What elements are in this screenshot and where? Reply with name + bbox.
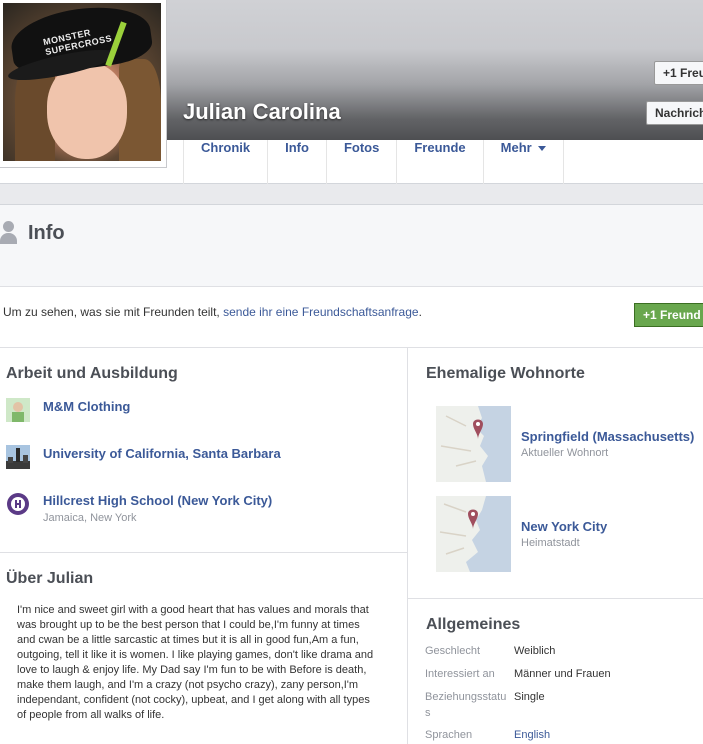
general-row-key: Beziehungsstatus [425,691,507,719]
place-item: Springfield (Massachusetts) Aktueller Wo… [436,406,703,482]
person-icon-body [0,233,17,244]
friend-request-text-after: . [418,305,422,319]
map-image [436,496,511,572]
friend-request-text-before: Um zu sehen, was sie mit Freunden teilt, [3,305,224,319]
about-title: Über Julian [6,570,94,587]
person-icon-head [3,221,14,232]
education-item-location: Jamaica, New York [43,512,137,524]
employer-thumbnail[interactable] [6,398,30,422]
education-item-name[interactable]: Hillcrest High School (New York City) [43,493,272,508]
school-thumbnail[interactable] [6,492,30,516]
page-title: Info [28,222,65,244]
school-crest-image [6,492,30,516]
send-friend-request-link[interactable]: sende ihr eine Freundschaftsanfrage [223,305,418,319]
profile-picture[interactable]: MONSTER SUPERCROSS [0,0,167,168]
general-title: Allgemeines [426,616,521,633]
education-item: Hillcrest High School (New York City) Ja… [6,492,396,532]
person-icon [0,221,18,245]
tab-fotos[interactable]: Fotos [325,140,396,184]
general-row-key: Sprachen [425,729,473,741]
tab-mehr[interactable]: Mehr [482,140,564,184]
add-friend-button[interactable]: +1 Freund [654,61,703,85]
general-row-value: Single [514,691,545,703]
general-row-value: Männer und Frauen [514,668,611,680]
education-item-name[interactable]: University of California, Santa Barbara [43,446,281,461]
add-friend-button-secondary[interactable]: +1 Freund [634,303,703,327]
face [47,63,127,159]
education-item: University of California, Santa Barbara [6,445,396,485]
separator-band [0,184,703,204]
place-name[interactable]: Springfield (Massachusetts) [521,429,694,444]
general-row-key: Geschlecht [425,645,481,657]
friend-request-text: Um zu sehen, was sie mit Freunden teilt,… [3,305,422,319]
section-divider [0,552,407,553]
place-type: Heimatstadt [521,537,580,549]
place-map-thumbnail[interactable] [436,406,511,482]
places-title: Ehemalige Wohnorte [426,365,585,382]
tab-label: Freunde [414,140,466,155]
language-link[interactable]: English [514,727,550,743]
school-thumbnail[interactable] [6,445,30,469]
tab-info[interactable]: Info [267,140,326,184]
chevron-down-icon [537,146,546,152]
place-type: Aktueller Wohnort [521,447,609,459]
message-button[interactable]: Nachricht [646,101,703,125]
general-row-key: Interessiert an [425,668,495,680]
profile-name[interactable]: Julian Carolina [183,99,341,125]
tab-label: Mehr [500,140,532,155]
tower-image [6,445,30,469]
place-item: New York City Heimatstadt [436,496,703,572]
work-item: M&M Clothing [6,398,396,438]
employer-thumbnail-image [6,398,30,422]
tab-chronik[interactable]: Chronik [183,140,267,184]
profile-photo-image: MONSTER SUPERCROSS [3,3,161,161]
tab-label: Fotos [343,140,380,155]
about-text: I'm nice and sweet girl with a good hear… [17,604,374,721]
place-map-thumbnail[interactable] [436,496,511,572]
map-image [436,406,511,482]
tab-freunde[interactable]: Freunde [396,140,482,184]
section-divider [408,598,703,599]
tab-label: Chronik [201,140,251,155]
place-name[interactable]: New York City [521,519,607,534]
friend-request-prompt: Um zu sehen, was sie mit Freunden teilt,… [0,288,703,348]
work-item-name[interactable]: M&M Clothing [43,399,130,414]
info-section-header: Info [0,204,703,287]
general-row-value: Weiblich [514,645,556,657]
column-divider [407,348,408,744]
tab-label: Info [285,140,309,155]
work-education-title: Arbeit und Ausbildung [6,365,178,382]
tabs: Chronik Info Fotos Freunde Mehr [183,140,564,184]
